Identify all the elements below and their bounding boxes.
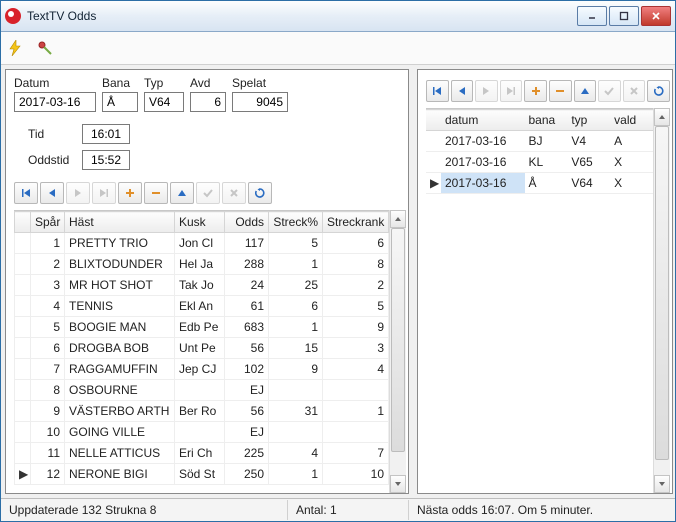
close-button[interactable] [641,6,671,26]
main-toolbar [1,32,675,65]
maximize-button[interactable] [609,6,639,26]
app-icon [5,8,21,24]
datum-label: Datum [14,76,96,90]
table-row[interactable]: 7RAGGAMUFFINJep CJ10294 [15,359,389,380]
nav-add-button[interactable] [118,182,142,204]
status-bar: Uppdaterade 132 Strukna 8 Antal: 1 Nästa… [1,498,675,521]
table-row[interactable]: 1PRETTY TRIOJon Cl11756 [15,233,389,254]
table-row[interactable]: ▶2017-03-16ÅV64X [426,173,653,194]
nav-last-button[interactable] [500,80,523,102]
scroll-up-icon[interactable] [390,210,406,228]
nav-commit-button[interactable] [196,182,220,204]
status-right: Nästa odds 16:07. Om 5 minuter. [409,500,675,520]
oddstid-input[interactable] [82,150,130,170]
left-nav-toolbar [14,182,406,204]
typ-input[interactable] [144,92,184,112]
table-row[interactable]: 6DROGBA BOBUnt Pe56153 [15,338,389,359]
scroll-down-icon[interactable] [390,475,406,493]
col-kusk[interactable]: Kusk [175,212,225,233]
title-bar: TextTV Odds [1,1,675,32]
right-grid[interactable]: datum bana typ vald 2017-03-16BJV4A2017-… [426,108,653,493]
content-area: Datum Bana Typ Avd [1,65,675,498]
minimize-button[interactable] [577,6,607,26]
col-spar[interactable]: Spår [31,212,65,233]
table-row[interactable]: 8OSBOURNEEJ [15,380,389,401]
right-panel: datum bana typ vald 2017-03-16BJV4A2017-… [417,69,673,494]
spelat-label: Spelat [232,76,288,90]
datum-input[interactable] [14,92,96,112]
nav-up-button[interactable] [170,182,194,204]
left-scrollbar[interactable] [389,210,406,493]
col2-typ[interactable]: typ [567,110,610,131]
avd-input[interactable] [190,92,226,112]
nav-add-button[interactable] [524,80,547,102]
lightning-icon[interactable] [7,40,23,56]
app-window: TextTV Odds Datum [0,0,676,522]
nav-cancel-button[interactable] [222,182,246,204]
nav-prev-button[interactable] [451,80,474,102]
table-row[interactable]: 3MR HOT SHOTTak Jo24252 [15,275,389,296]
spelat-input[interactable] [232,92,288,112]
wand-icon[interactable] [37,40,53,56]
table-row[interactable]: 2017-03-16BJV4A [426,131,653,152]
table-row[interactable]: 11NELLE ATTICUSEri Ch22547 [15,443,389,464]
table-row[interactable]: 9VÄSTERBO ARTHBer Ro56311 [15,401,389,422]
right-nav-toolbar [426,80,670,102]
col-odds[interactable]: Odds [225,212,269,233]
col-streckp[interactable]: Streck% [269,212,323,233]
nav-prev-button[interactable] [40,182,64,204]
tid-label: Tid [28,127,76,141]
col2-vald[interactable]: vald [610,110,653,131]
table-row[interactable]: 10GOING VILLEEJ [15,422,389,443]
table-row[interactable]: ▶12NERONE BIGISöd St250110 [15,464,389,485]
bana-label: Bana [102,76,138,90]
nav-next-button[interactable] [66,182,90,204]
nav-next-button[interactable] [475,80,498,102]
oddstid-label: Oddstid [28,153,76,167]
tid-input[interactable] [82,124,130,144]
col2-bana[interactable]: bana [525,110,568,131]
window-title: TextTV Odds [27,9,577,23]
nav-cancel-button[interactable] [623,80,646,102]
nav-refresh-button[interactable] [248,182,272,204]
left-panel: Datum Bana Typ Avd [5,69,409,494]
filter-row: Datum Bana Typ Avd [14,76,406,172]
table-row[interactable]: 4TENNISEkl An6165 [15,296,389,317]
scroll-down-icon[interactable] [654,475,670,493]
status-antal: Antal: 1 [288,500,409,520]
nav-first-button[interactable] [14,182,38,204]
col-streckrank[interactable]: Streckrank [323,212,389,233]
status-left: Uppdaterade 132 Strukna 8 [1,500,288,520]
left-grid[interactable]: Spår Häst Kusk Odds Streck% Streckrank 1… [14,210,389,493]
nav-refresh-button[interactable] [647,80,670,102]
nav-commit-button[interactable] [598,80,621,102]
typ-label: Typ [144,76,184,90]
nav-last-button[interactable] [92,182,116,204]
col-hast[interactable]: Häst [65,212,175,233]
scroll-up-icon[interactable] [654,108,670,126]
table-row[interactable]: 5BOOGIE MANEdb Pe68319 [15,317,389,338]
col2-datum[interactable]: datum [441,110,525,131]
bana-input[interactable] [102,92,138,112]
table-row[interactable]: 2017-03-16KLV65X [426,152,653,173]
nav-remove-button[interactable] [144,182,168,204]
nav-first-button[interactable] [426,80,449,102]
avd-label: Avd [190,76,226,90]
nav-remove-button[interactable] [549,80,572,102]
table-row[interactable]: 2BLIXTODUNDERHel Ja28818 [15,254,389,275]
nav-up-button[interactable] [574,80,597,102]
right-scrollbar[interactable] [653,108,670,493]
